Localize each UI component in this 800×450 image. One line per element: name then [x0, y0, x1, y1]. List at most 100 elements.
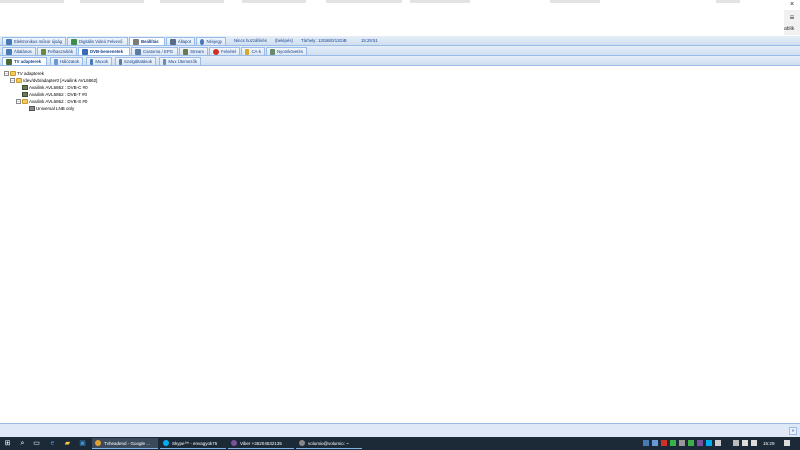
tab-about[interactable]: Névjegy — [196, 37, 226, 45]
services-icon — [119, 58, 123, 65]
network-icon — [54, 58, 58, 65]
taskbar-app-tvheadend[interactable]: Tvheadend - Google ... — [92, 438, 158, 449]
expand-panel-button[interactable]: « — [789, 427, 797, 435]
tab-networks[interactable]: Hálózatok — [50, 57, 83, 65]
skype-tray-icon[interactable] — [706, 440, 712, 446]
menu-partial-label: ablik — [784, 26, 795, 32]
chrome-icon — [95, 440, 101, 446]
tab-recording[interactable]: Felvétel — [209, 47, 240, 55]
dvb-tab-bar: TV adapterek Hálózatok Muxok Szolgáltatá… — [0, 56, 800, 66]
menu-icon[interactable]: ≡ — [787, 14, 797, 22]
volume-icon[interactable] — [751, 440, 757, 446]
tab-channel-epg[interactable]: Csatorna / EPG — [131, 47, 178, 55]
server-time: 15:29:51 — [361, 38, 378, 43]
tray-app-icon[interactable] — [688, 440, 694, 446]
file-explorer-icon[interactable]: ▰ — [63, 439, 72, 448]
tab-dvb-inputs[interactable]: DVB-bemenetek — [78, 47, 130, 55]
debug-icon — [270, 48, 275, 55]
about-icon — [200, 38, 205, 45]
browser-tab[interactable] — [550, 0, 600, 3]
tree-node-device[interactable]: − /dev/dvb/adapter0 [Availink AVL6862] — [10, 77, 97, 84]
tuner-icon — [22, 85, 28, 90]
network-icon[interactable] — [742, 440, 748, 446]
record-icon — [213, 48, 219, 55]
browser-tab[interactable] — [242, 0, 306, 3]
tuner-icon — [22, 92, 28, 97]
channel-icon — [135, 48, 141, 55]
tray-app-icon[interactable] — [670, 440, 676, 446]
browser-tab[interactable] — [326, 0, 402, 3]
tray-app-icon[interactable] — [643, 440, 649, 446]
wrench-icon — [133, 38, 139, 45]
tab-configuration[interactable]: Beállítás — [129, 37, 165, 45]
tray-app-icon[interactable] — [715, 440, 721, 446]
folder-icon — [16, 78, 22, 83]
browser-tab[interactable] — [80, 0, 144, 3]
stream-icon — [183, 48, 189, 55]
lnb-icon — [29, 106, 35, 111]
adapter-tree: − TV adapterek − /dev/dvb/adapter0 [Avai… — [0, 67, 800, 423]
login-link[interactable]: (belépés) — [275, 38, 293, 44]
taskbar-app-terminal[interactable]: volumio@volumio: ~ — [296, 438, 362, 449]
key-icon — [245, 48, 250, 55]
skype-icon — [163, 440, 169, 446]
tree-node-frontend[interactable]: Availink AVL6862 : DVB-T #0 — [22, 91, 87, 98]
users-icon — [41, 48, 46, 55]
browser-tab[interactable] — [410, 0, 470, 3]
tree-node-frontend[interactable]: Availink AVL6862 : DVB-C #0 — [22, 84, 88, 91]
general-icon — [6, 48, 12, 55]
tab-tv-adapters[interactable]: TV adapterek — [2, 57, 47, 65]
windows-taskbar: ⊞ ⌕ ▭ e ▰ ▣ Tvheadend - Google ... Skype… — [0, 437, 800, 450]
browser-tab[interactable] — [716, 0, 740, 3]
browser-tab-strip: × — [0, 0, 800, 10]
search-icon[interactable]: ⌕ — [18, 439, 27, 448]
tab-epg[interactable]: Elektronikus műsor újság — [2, 37, 66, 45]
tab-cas[interactable]: CA-k — [241, 47, 265, 55]
tree-node-frontend[interactable]: − Availink AVL6862 : DVB-S #0 — [16, 98, 87, 105]
task-view-icon[interactable]: ▭ — [32, 439, 41, 448]
bluetooth-icon[interactable] — [733, 440, 739, 446]
tray-app-icon[interactable] — [661, 440, 667, 446]
browser-tab[interactable] — [0, 0, 64, 3]
tab-mux-schedulers[interactable]: Mux Ütemezők — [159, 57, 201, 65]
tab-stream[interactable]: Stream — [179, 47, 208, 55]
viber-icon — [231, 440, 237, 446]
scheduler-icon — [163, 58, 167, 65]
taskbar-clock[interactable]: 15:29 — [763, 439, 775, 448]
main-tab-bar: Elektronikus műsor újság Digitális Videó… — [0, 36, 800, 46]
tree-node-root[interactable]: − TV adapterek — [4, 70, 44, 77]
start-icon[interactable]: ⊞ — [3, 439, 12, 448]
tvheadend-app: Elektronikus műsor újság Digitális Videó… — [0, 35, 800, 437]
collapse-icon[interactable]: − — [16, 99, 21, 104]
browser-tab[interactable] — [160, 0, 224, 3]
browser-menu-area: ≡ ablik — [784, 10, 800, 35]
viber-tray-icon[interactable] — [697, 440, 703, 446]
tab-status[interactable]: Állapot — [166, 37, 195, 45]
collapse-icon[interactable]: − — [10, 78, 15, 83]
folder-icon — [10, 71, 16, 76]
taskbar-app-viber[interactable]: Viber +36204532135 — [228, 438, 294, 449]
tab-users[interactable]: Felhasználók — [37, 47, 77, 55]
storage-label: Tárhely: — [301, 38, 317, 43]
tab-general[interactable]: Általános — [2, 47, 36, 55]
dvb-icon — [82, 48, 88, 55]
tab-services[interactable]: Szolgáltatások — [115, 57, 156, 65]
store-icon[interactable]: ▣ — [78, 439, 87, 448]
notification-icon[interactable] — [784, 440, 790, 446]
tab-dvr[interactable]: Digitális Videó Felvevő — [67, 37, 128, 45]
bottom-status-bar: « — [0, 423, 800, 437]
tab-muxes[interactable]: Muxok — [86, 57, 112, 65]
epg-icon — [6, 38, 12, 45]
close-icon[interactable]: × — [787, 1, 797, 9]
tree-node-lnb[interactable]: Universal LNB only — [29, 105, 74, 112]
terminal-icon — [299, 440, 305, 446]
edge-icon[interactable]: e — [48, 439, 57, 448]
tray-app-icon[interactable] — [652, 440, 658, 446]
tray-app-icon[interactable] — [679, 440, 685, 446]
tab-debugging[interactable]: Nyomkövetés — [266, 47, 307, 55]
storage-value: 13GiB/0/13GiB — [318, 38, 347, 43]
collapse-icon[interactable]: − — [4, 71, 9, 76]
dvr-icon — [71, 38, 77, 45]
taskbar-app-skype[interactable]: Skype™ - envagyok75 — [160, 438, 226, 449]
folder-icon — [22, 99, 28, 104]
